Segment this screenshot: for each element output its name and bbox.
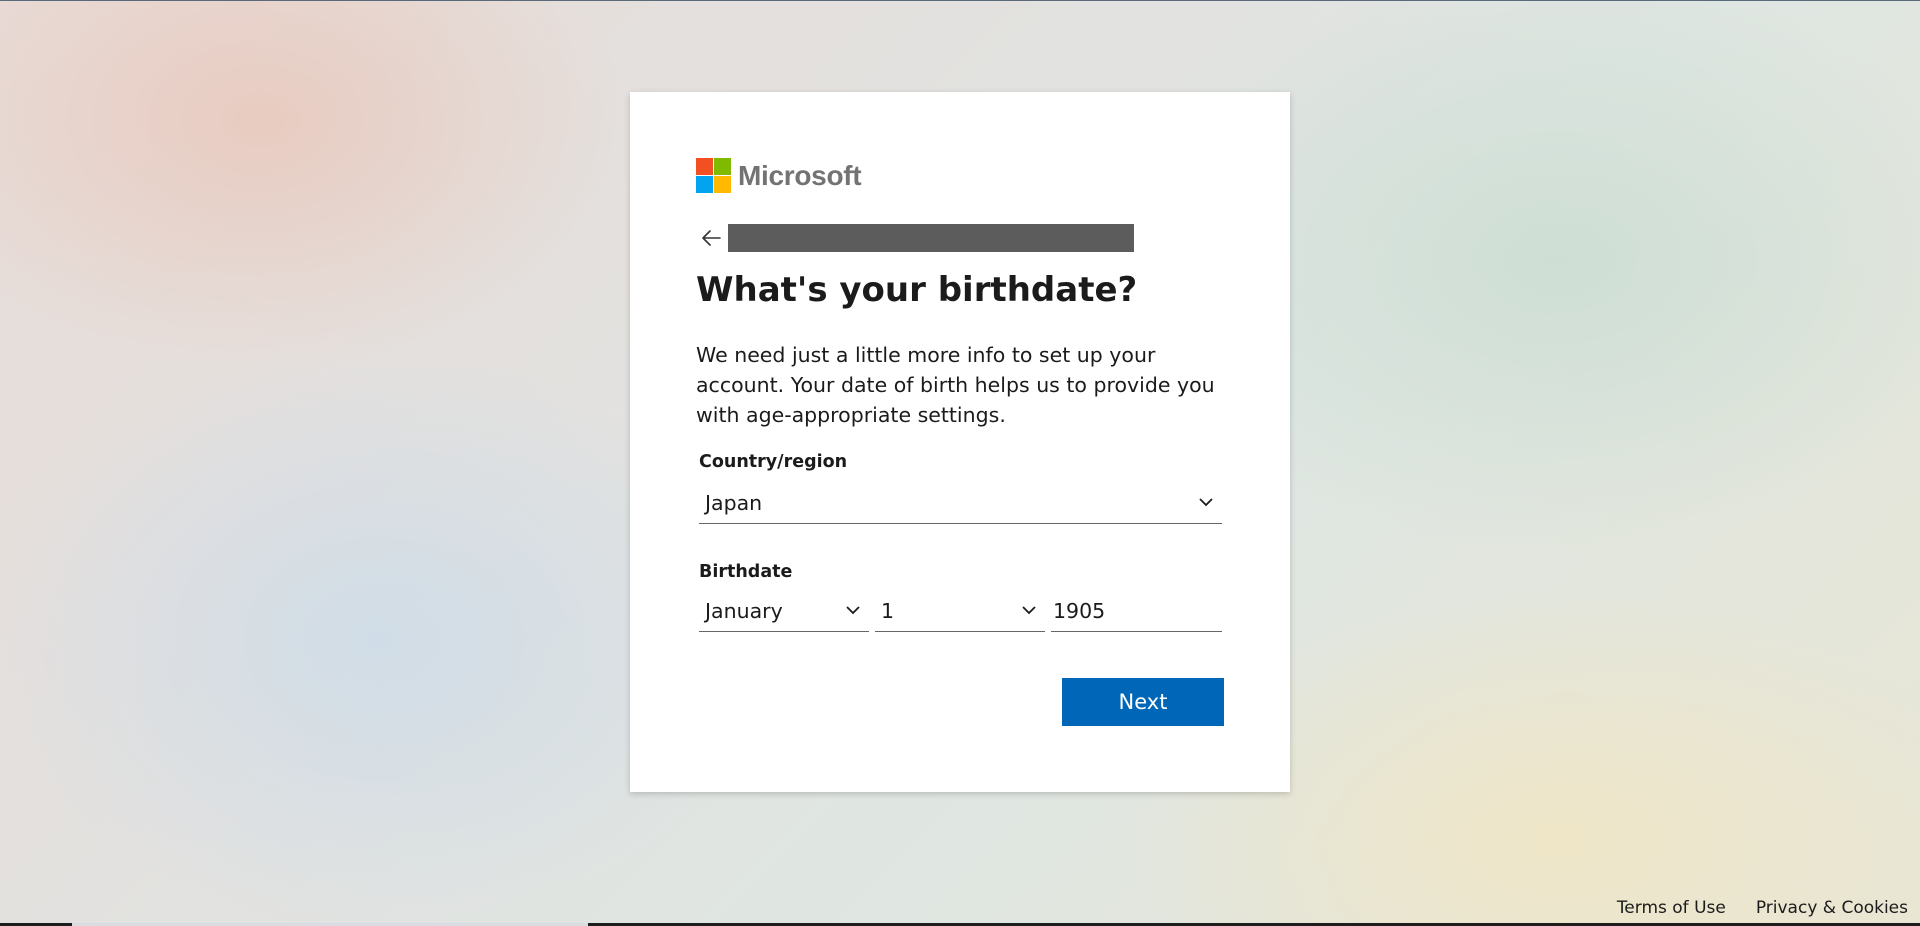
page-title: What's your birthdate? (696, 270, 1138, 310)
logo-square-yellow (714, 176, 731, 193)
arrow-left-icon[interactable] (700, 227, 722, 249)
country-label: Country/region (699, 452, 848, 472)
chevron-down-icon (1021, 603, 1037, 619)
birth-month-value: January (705, 598, 783, 623)
logo-square-blue (696, 176, 713, 193)
logo-square-green (714, 158, 731, 175)
signup-card: Microsoft What's your birthdate? We need… (630, 92, 1290, 792)
birthdate-label: Birthdate (699, 562, 793, 582)
microsoft-logo-icon (696, 158, 731, 193)
country-select[interactable]: Japan (699, 482, 1222, 524)
birth-year-input[interactable] (1051, 590, 1222, 632)
country-value: Japan (705, 490, 763, 515)
chevron-down-icon (1198, 495, 1214, 511)
microsoft-logo: Microsoft (696, 158, 862, 193)
terms-of-use-link[interactable]: Terms of Use (1617, 898, 1726, 918)
next-button[interactable]: Next (1062, 678, 1224, 726)
footer-links: Terms of Use Privacy & Cookies (1617, 898, 1908, 918)
page-description: We need just a little more info to set u… (696, 343, 1215, 427)
logo-square-red (696, 158, 713, 175)
birth-month-select[interactable]: January (699, 590, 869, 632)
redacted-identity (728, 224, 1134, 252)
chevron-down-icon (845, 603, 861, 619)
identity-row (700, 224, 1134, 252)
top-border (0, 0, 1920, 1)
logo-wordmark: Microsoft (738, 159, 862, 191)
birth-day-value: 1 (881, 598, 895, 623)
privacy-cookies-link[interactable]: Privacy & Cookies (1756, 898, 1908, 918)
birth-day-select[interactable]: 1 (875, 590, 1045, 632)
